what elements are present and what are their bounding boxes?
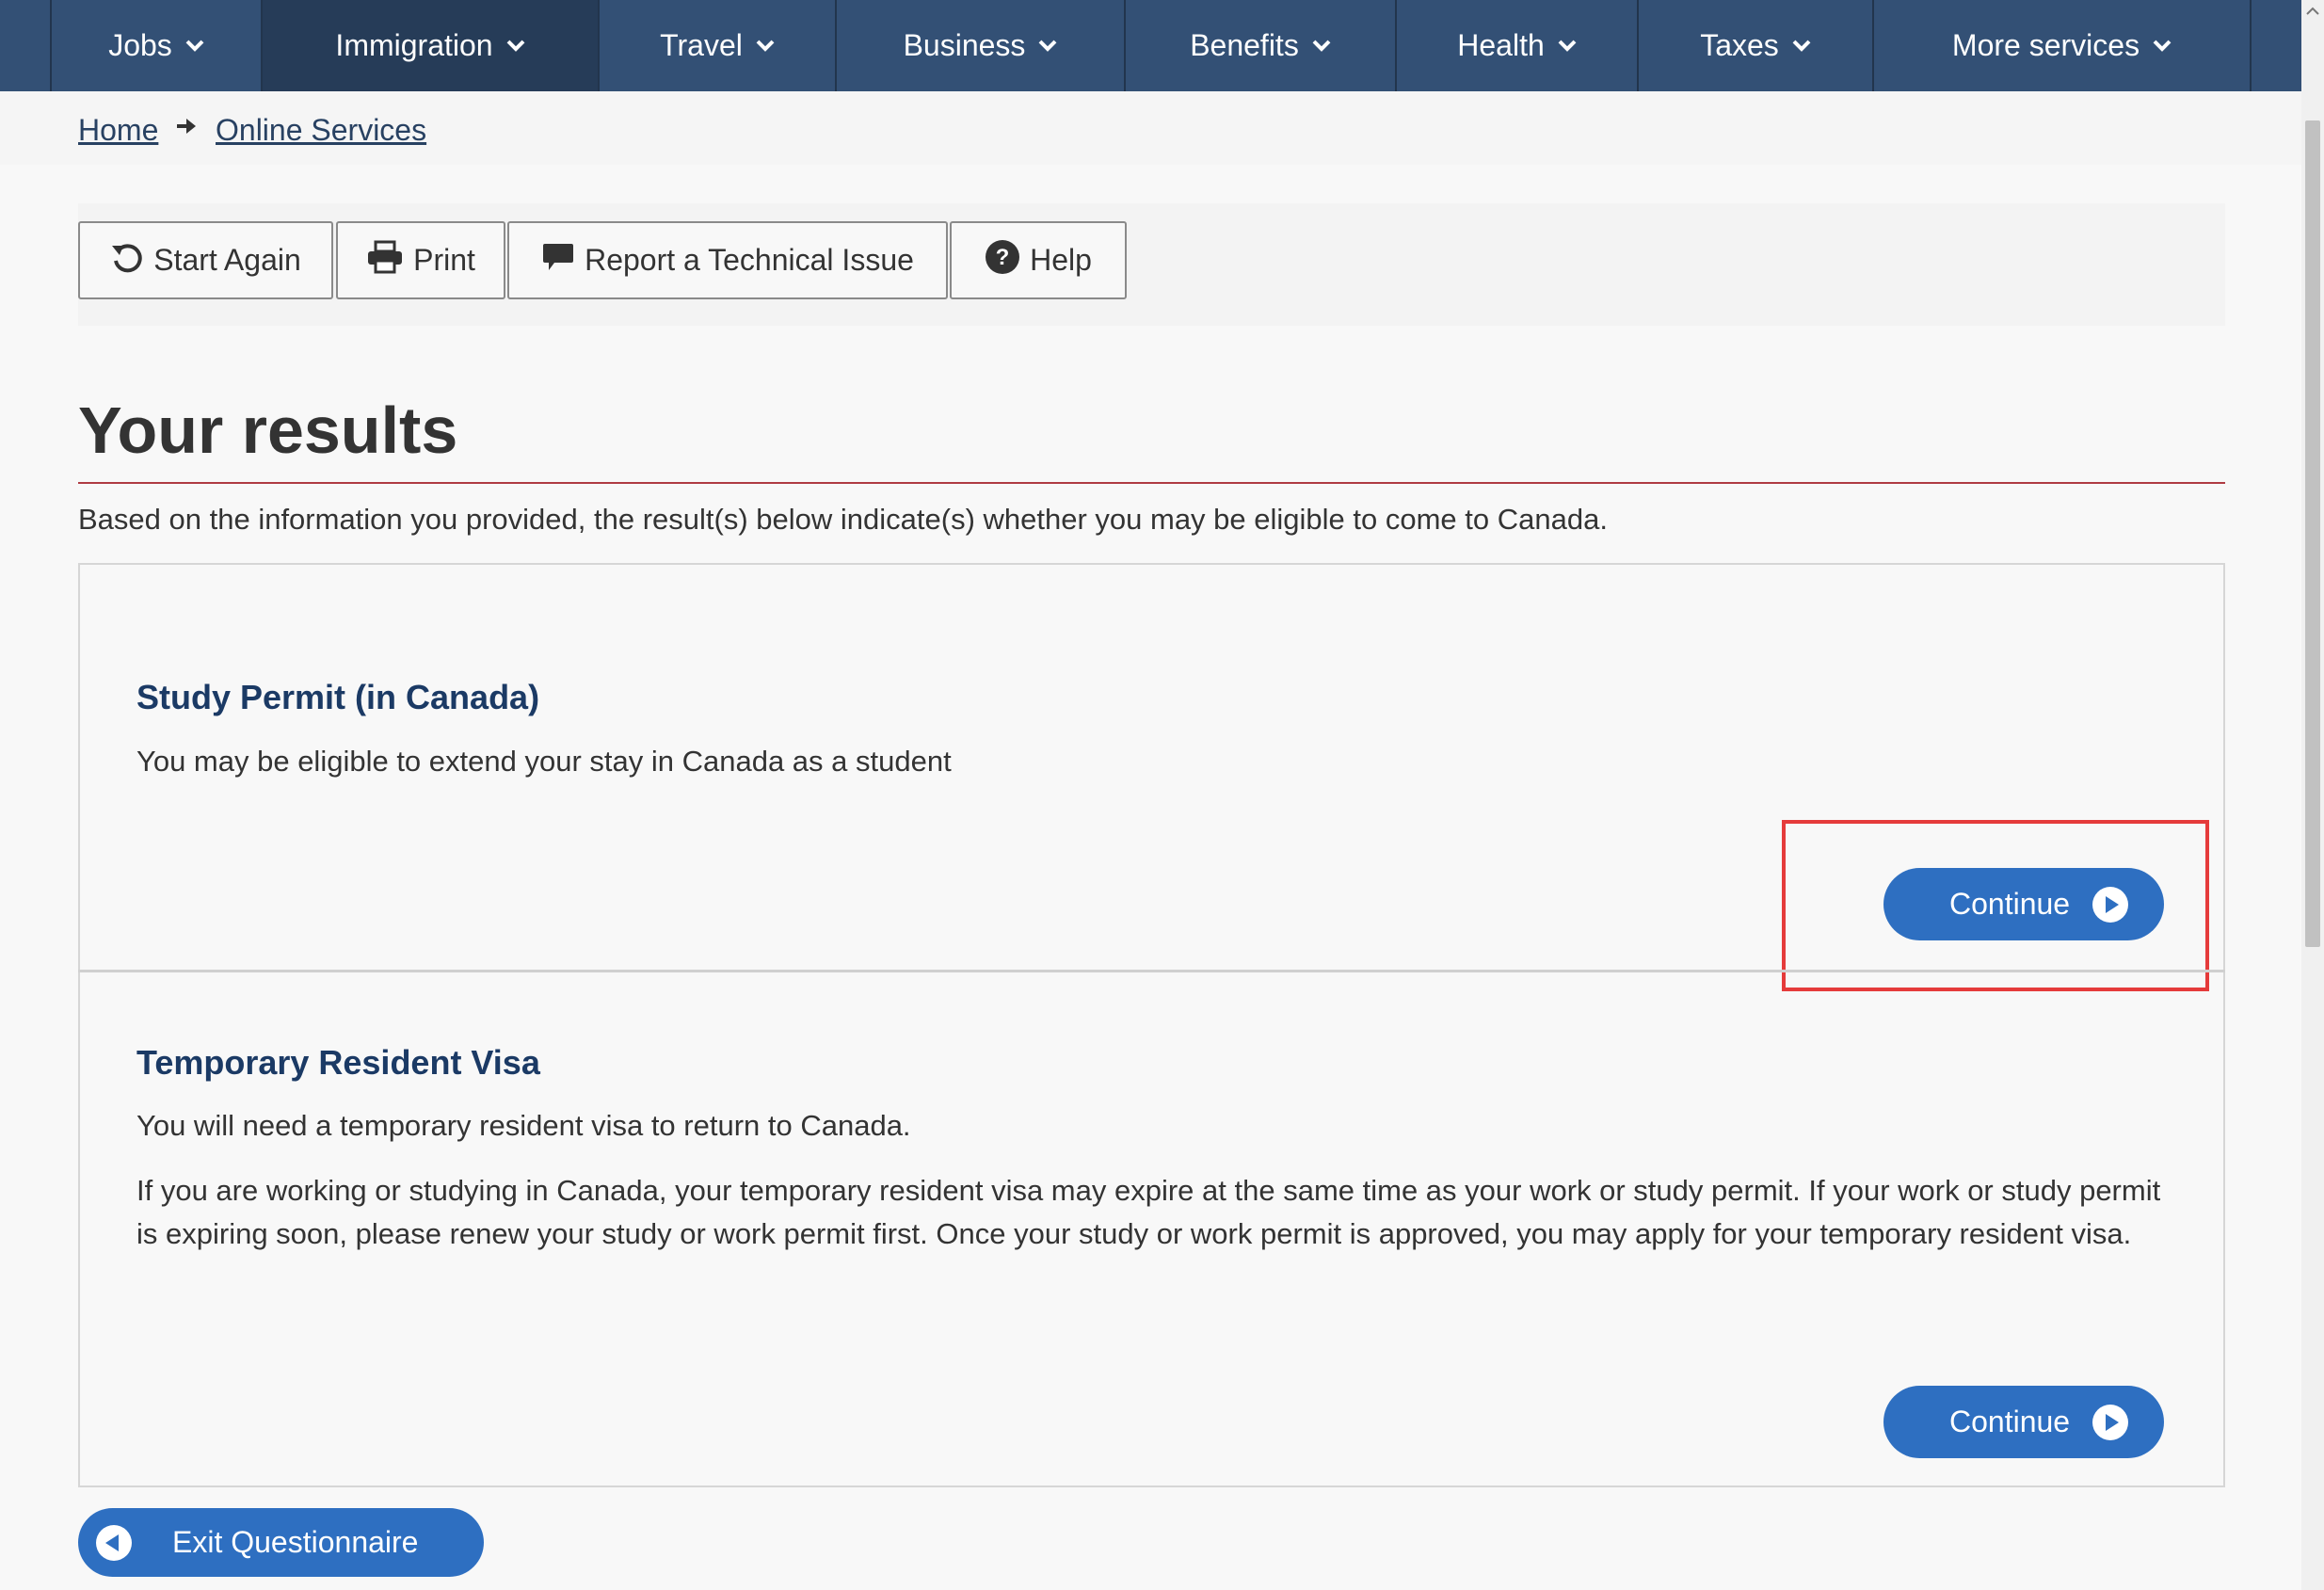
chevron-down-icon bbox=[1312, 40, 1331, 53]
page-title: Your results bbox=[78, 393, 458, 467]
result-title-temporary-resident-visa: Temporary Resident Visa bbox=[136, 1043, 540, 1082]
nav-item-jobs[interactable]: Jobs bbox=[50, 0, 261, 91]
chevron-down-icon bbox=[1558, 40, 1577, 53]
help-label: Help bbox=[1030, 243, 1092, 277]
highlight-annotation bbox=[1782, 820, 2209, 991]
breadcrumb-home-link[interactable]: Home bbox=[78, 113, 158, 148]
chevron-down-icon bbox=[756, 40, 775, 53]
nav-item-label: Immigration bbox=[335, 28, 493, 62]
printer-icon bbox=[366, 240, 413, 281]
breadcrumb-online-services-link[interactable]: Online Services bbox=[216, 113, 426, 148]
print-label: Print bbox=[413, 243, 475, 277]
nav-item-travel[interactable]: Travel bbox=[598, 0, 835, 91]
play-circle-icon bbox=[2092, 1404, 2129, 1449]
continue-button-temporary-resident-visa[interactable]: Continue bbox=[1883, 1386, 2164, 1458]
result-divider bbox=[78, 970, 2225, 972]
result-description: You will need a temporary resident visa … bbox=[136, 1109, 911, 1142]
help-button[interactable]: ? Help bbox=[950, 221, 1127, 299]
print-button[interactable]: Print bbox=[336, 221, 505, 299]
chevron-down-icon bbox=[1792, 40, 1811, 53]
arrow-right-icon bbox=[175, 116, 198, 141]
nav-item-label: Taxes bbox=[1700, 28, 1779, 62]
chevron-down-icon bbox=[1038, 40, 1057, 53]
refresh-icon bbox=[110, 240, 153, 281]
chevron-down-icon bbox=[506, 40, 525, 53]
continue-label: Continue bbox=[1949, 1405, 2071, 1438]
scrollbar-thumb[interactable] bbox=[2305, 120, 2320, 947]
nav-item-label: More services bbox=[1951, 28, 2140, 62]
nav-item-label: Jobs bbox=[108, 28, 172, 62]
nav-item-more-services[interactable]: More services bbox=[1872, 0, 2252, 91]
question-circle-icon: ? bbox=[985, 239, 1030, 282]
title-divider bbox=[78, 482, 2225, 484]
nav-item-taxes[interactable]: Taxes bbox=[1637, 0, 1872, 91]
result-title-study-permit: Study Permit (in Canada) bbox=[136, 678, 540, 716]
start-again-label: Start Again bbox=[153, 243, 301, 277]
scroll-up-icon[interactable] bbox=[2305, 4, 2320, 21]
exit-label: Exit Questionnaire bbox=[172, 1525, 419, 1559]
svg-text:?: ? bbox=[996, 245, 1010, 270]
nav-item-label: Benefits bbox=[1190, 28, 1299, 62]
result-description: You may be eligible to extend your stay … bbox=[136, 745, 952, 778]
nav-item-business[interactable]: Business bbox=[835, 0, 1124, 91]
exit-questionnaire-button[interactable]: Exit Questionnaire bbox=[78, 1508, 484, 1577]
start-again-button[interactable]: Start Again bbox=[78, 221, 333, 299]
nav-item-label: Business bbox=[903, 28, 1026, 62]
nav-item-label: Travel bbox=[660, 28, 743, 62]
nav-item-health[interactable]: Health bbox=[1395, 0, 1637, 91]
nav-item-benefits[interactable]: Benefits bbox=[1124, 0, 1395, 91]
main-navigation: Jobs Immigration Travel Business Benefit… bbox=[0, 0, 2301, 91]
chevron-down-icon bbox=[2153, 40, 2172, 53]
intro-text: Based on the information you provided, t… bbox=[78, 503, 1608, 536]
report-label: Report a Technical Issue bbox=[585, 243, 914, 277]
nav-item-label: Health bbox=[1457, 28, 1545, 62]
report-technical-issue-button[interactable]: Report a Technical Issue bbox=[507, 221, 948, 299]
chevron-down-icon bbox=[185, 40, 204, 53]
result-details: If you are working or studying in Canada… bbox=[136, 1174, 2161, 1250]
nav-item-immigration[interactable]: Immigration bbox=[261, 0, 598, 91]
back-circle-icon bbox=[95, 1524, 133, 1569]
comment-icon bbox=[541, 242, 585, 280]
